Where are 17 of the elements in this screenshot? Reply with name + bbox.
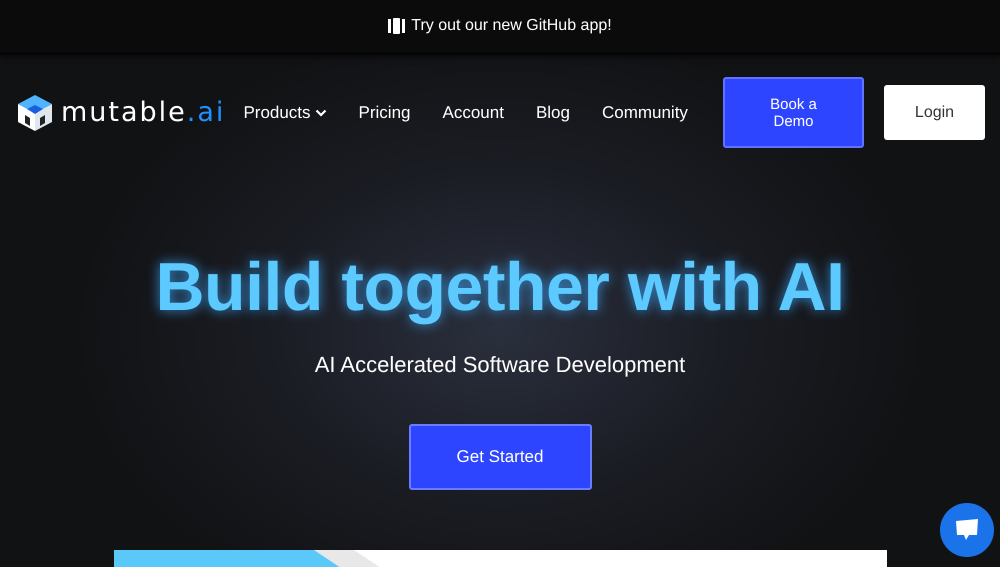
nav-link[interactable]: Pricing: [358, 102, 410, 122]
columns-icon: [388, 18, 406, 34]
nav-link[interactable]: Account: [442, 102, 504, 122]
hero-title: Build together with AI: [155, 248, 845, 326]
banner-link[interactable]: Try out our new GitHub app!: [411, 17, 612, 35]
chevron-down-icon: [314, 108, 327, 116]
cube-logo-icon[interactable]: [15, 92, 55, 132]
login-button[interactable]: Login: [884, 85, 985, 140]
nav-link[interactable]: Blog: [536, 102, 570, 122]
logo-wordmark[interactable]: mutable.ai: [61, 97, 226, 128]
chat-button[interactable]: [940, 503, 994, 557]
get-started-button[interactable]: Get Started: [408, 424, 592, 490]
chat-bubble-icon: [954, 518, 980, 542]
nav-link[interactable]: Products: [243, 102, 327, 122]
nav-link[interactable]: Community: [602, 102, 688, 122]
hero-subtitle: AI Accelerated Software Development: [314, 352, 686, 378]
book-demo-button[interactable]: Book a Demo: [723, 77, 864, 148]
